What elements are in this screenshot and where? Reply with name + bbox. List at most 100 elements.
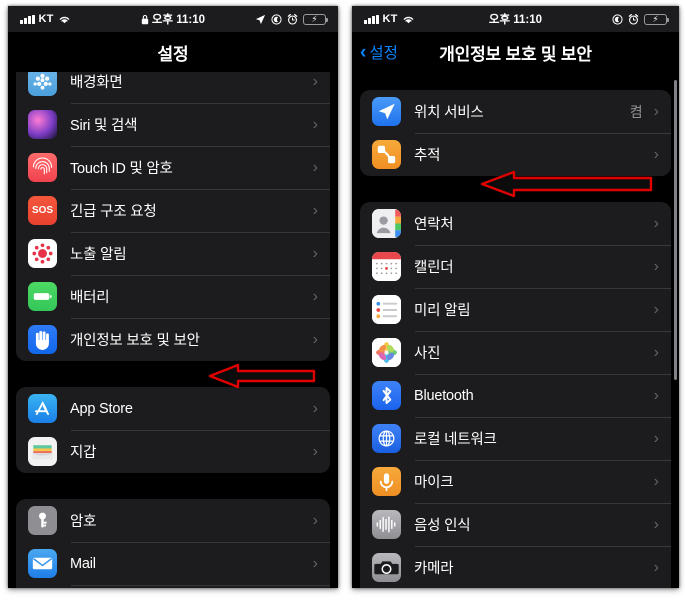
chevron-right-icon: › [312,115,318,133]
chevron-right-icon: › [312,330,318,348]
status-time: 오후 11:10 [151,14,206,26]
right-settings-scroll-area[interactable]: 위치 서비스 켬 › 추적 › 연락처 › 캘린더 › 미리 알림 › 사진 ›… [352,72,679,588]
settings-row-wallpaper[interactable]: 배경화면 › [16,72,330,103]
privacy-row-local-network[interactable]: 로컬 네트워크 › [360,417,671,460]
cellular-signal-icon [364,14,379,24]
page-title: 설정 [157,44,189,64]
settings-row-contacts[interactable]: 연락처 › [16,585,330,588]
right-status-bar: KT 오후 11:10 ⚡ [352,6,679,32]
privacy-row-microphone[interactable]: 마이크 › [360,460,671,503]
privacy-row-label: 미리 알림 [414,303,471,319]
privacy-row-location-services[interactable]: 위치 서비스 켬 › [360,90,671,133]
calendar-icon [372,252,401,281]
camera-icon [372,553,401,582]
alarm-clock-icon [287,13,298,25]
back-button[interactable]: ‹ 설정 [360,32,398,72]
siri-icon [28,110,57,139]
focus-icon [271,13,282,25]
privacy-row-photos[interactable]: 사진 › [360,331,671,374]
left-status-bar: KT 오후 11:10 ⚡ [8,6,338,32]
privacy-row-camera[interactable]: 카메라 › [360,546,671,588]
chevron-right-icon: › [653,343,659,361]
chevron-right-icon: › [653,429,659,447]
page-title: 개인정보 보호 및 보안 [439,44,592,64]
privacy-row-label: 마이크 [414,475,454,491]
privacy-group-location: 위치 서비스 켬 › 추적 › [360,90,671,176]
location-arrow-icon [372,97,401,126]
settings-row-label: Touch ID 및 암호 [70,161,173,177]
status-time: 오후 11:10 [488,14,543,26]
settings-row-label: 노출 알림 [70,247,127,263]
settings-row-emergency-sos[interactable]: SOS 긴급 구조 요청 › [16,189,330,232]
privacy-row-label: 캘린더 [414,260,454,276]
privacy-row-label: 로컬 네트워크 [414,432,497,448]
mail-icon [28,549,57,578]
wifi-icon [59,16,69,23]
battery-icon [28,282,57,311]
chevron-right-icon: › [312,244,318,262]
settings-row-exposure-notifications[interactable]: 노출 알림 › [16,232,330,275]
privacy-row-value: 켬 [629,103,643,120]
settings-row-passwords[interactable]: 암호 › [16,499,330,542]
wifi-icon [403,16,413,23]
passwords-key-icon [28,506,57,535]
left-nav-bar: 설정 [8,32,338,72]
screenshot-stage: KT 오후 11:10 ⚡ 설정 배경화면 › Siri 및 검색 › Touc… [0,0,685,600]
privacy-row-speech-recognition[interactable]: 음성 인식 › [360,503,671,546]
battery-charging-icon: ⚡ [303,13,329,25]
settings-row-label: 지갑 [70,445,97,461]
privacy-row-label: 카메라 [414,561,454,577]
location-arrow-icon [255,14,266,24]
alarm-clock-icon [628,13,639,25]
settings-row-battery[interactable]: 배터리 › [16,275,330,318]
settings-row-label: 개인정보 보호 및 보안 [70,333,200,349]
bluetooth-icon [372,381,401,410]
settings-row-app-store[interactable]: App Store › [16,387,330,430]
lock-icon [141,14,149,24]
privacy-row-label: 사진 [414,346,441,362]
chevron-right-icon: › [653,472,659,490]
local-network-icon [372,424,401,453]
privacy-row-calendar[interactable]: 캘린더 › [360,245,671,288]
chevron-right-icon: › [653,300,659,318]
status-left-cluster: KT [364,13,415,25]
carrier-label: KT [382,13,398,25]
carrier-label: KT [38,13,54,25]
settings-row-mail[interactable]: Mail › [16,542,330,585]
status-right-cluster: ⚡ [255,13,329,25]
chevron-right-icon: › [312,72,318,90]
chevron-right-icon: › [312,554,318,572]
photos-icon [372,338,401,367]
sos-icon: SOS [28,196,57,225]
privacy-row-tracking[interactable]: 추적 › [360,133,671,176]
vertical-scrollbar[interactable] [674,80,677,380]
privacy-row-contacts[interactable]: 연락처 › [360,202,671,245]
left-settings-scroll-area[interactable]: 배경화면 › Siri 및 검색 › Touch ID 및 암호 › SOS 긴… [8,72,338,588]
settings-row-siri-search[interactable]: Siri 및 검색 › [16,103,330,146]
chevron-right-icon: › [653,145,659,163]
settings-row-touch-id[interactable]: Touch ID 및 암호 › [16,146,330,189]
back-button-label: 설정 [369,45,398,62]
chevron-right-icon: › [312,158,318,176]
privacy-group-app-permissions: 연락처 › 캘린더 › 미리 알림 › 사진 › Bluetooth › 로컬 … [360,202,671,588]
wallpaper-icon [28,72,57,96]
left-phone-screenshot: KT 오후 11:10 ⚡ 설정 배경화면 › Siri 및 검색 › Touc… [8,6,338,588]
settings-row-label: 배터리 [70,290,110,306]
privacy-row-bluetooth[interactable]: Bluetooth › [360,374,671,417]
chevron-right-icon: › [653,214,659,232]
privacy-row-label: 음성 인식 [414,518,471,534]
privacy-row-label: 추적 [414,148,441,164]
chevron-right-icon: › [653,257,659,275]
cellular-signal-icon [20,14,35,24]
chevron-right-icon: › [653,102,659,120]
settings-row-wallet[interactable]: 지갑 › [16,430,330,473]
chevron-right-icon: › [312,287,318,305]
privacy-hand-icon [28,325,57,354]
battery-charging-icon: ⚡ [644,13,670,25]
chevron-right-icon: › [653,515,659,533]
speech-recognition-icon [372,510,401,539]
focus-icon [612,13,623,25]
privacy-row-reminders[interactable]: 미리 알림 › [360,288,671,331]
settings-row-privacy-security[interactable]: 개인정보 보호 및 보안 › [16,318,330,361]
